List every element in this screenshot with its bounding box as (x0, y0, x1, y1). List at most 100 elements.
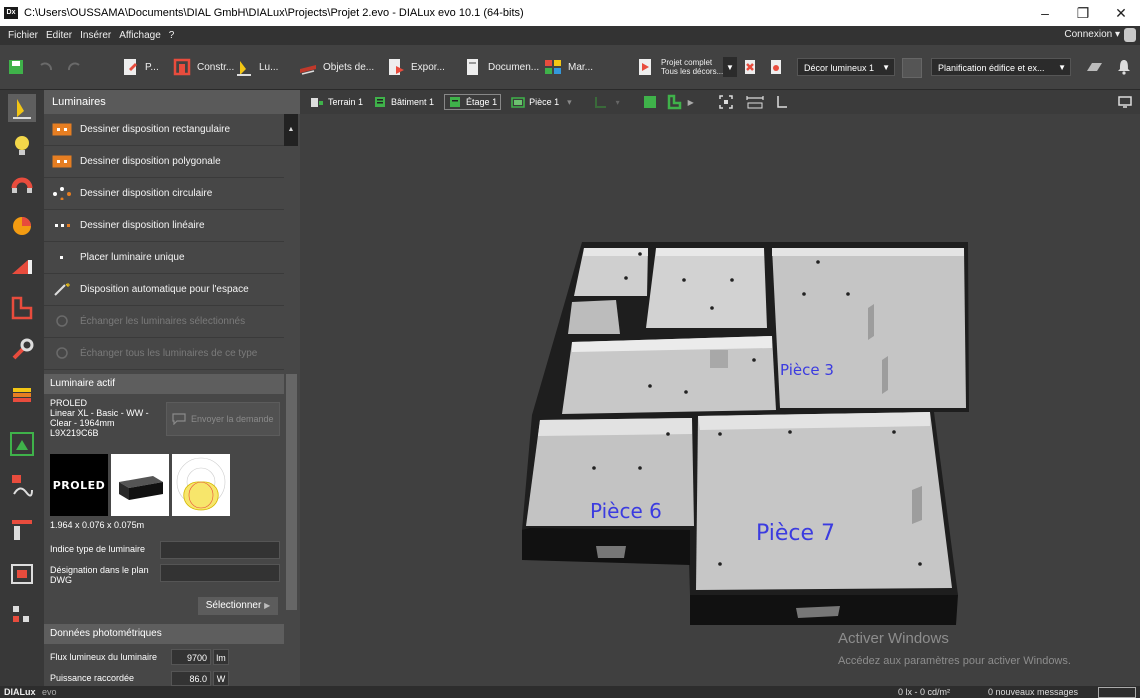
redo-button[interactable] (64, 55, 89, 79)
close-button[interactable]: ✕ (1102, 0, 1140, 26)
user-icon[interactable] (1124, 28, 1136, 42)
power-label: Puissance raccordée (50, 673, 135, 683)
decor-dropdown[interactable]: Décor lumineux 1 ▼ (797, 58, 895, 76)
place-single-luminaire[interactable]: Placer luminaire unique (44, 242, 284, 274)
designation-field[interactable] (160, 564, 280, 582)
tab-documentation[interactable]: Documen... (463, 55, 539, 79)
menu-affichage[interactable]: Affichage (119, 30, 161, 41)
auto-layout-room[interactable]: Disposition automatique pour l'espace (44, 274, 284, 306)
room-top-middle[interactable] (646, 248, 767, 328)
room-label-piece-7: Pièce 7 (756, 521, 835, 546)
solar-button[interactable] (1084, 55, 1109, 79)
photometric-diagram (172, 454, 230, 516)
status-progress-box (1098, 687, 1136, 698)
delete-results-button[interactable] (766, 55, 791, 79)
room-small[interactable] (568, 300, 620, 334)
notification-button[interactable] (1114, 55, 1139, 79)
power-unit: W (213, 671, 229, 686)
luminaire-tool-icon[interactable] (8, 94, 36, 122)
planification-dropdown[interactable]: Planification édifice et ex... ▼ (931, 58, 1071, 76)
breadcrumb-etage[interactable]: Étage 1 (444, 94, 502, 110)
text-tool-icon[interactable] (8, 472, 36, 500)
room-label-piece-6: Pièce 6 (590, 499, 662, 523)
room-fill-icon[interactable] (642, 94, 658, 110)
flux-unit: lm (213, 649, 229, 665)
decor-settings-button[interactable] (902, 58, 922, 78)
status-bar: DIALux evo 0 lx - 0 cd/m² 0 nouveaux mes… (0, 686, 1140, 698)
menu-fichier[interactable]: Fichier (8, 30, 38, 41)
chat-icon (172, 413, 186, 425)
tab-luminaires[interactable]: Lu... (234, 55, 278, 79)
minimize-button[interactable]: – (1026, 0, 1064, 26)
swap-all-luminaires-of-type: Échanger tous les luminaires de ce type (44, 338, 284, 370)
projet-complet-dropdown-arrow[interactable]: ▼ (723, 57, 737, 77)
tab-projet[interactable]: P... (120, 55, 159, 79)
draw-rectangular-layout[interactable]: Dessiner disposition rectangulaire (44, 114, 284, 146)
building-icon (375, 97, 386, 107)
designation-label-dwg: DWG (50, 575, 72, 585)
hierarchy-icon[interactable] (8, 602, 36, 630)
projet-complet-button[interactable]: Projet complet Tous les décors... (636, 55, 723, 79)
undo-button[interactable] (36, 55, 61, 79)
room-outline-tool-icon[interactable] (666, 94, 682, 110)
floor-plan-3d[interactable]: Pièce 3 Pièce 6 Pièce 7 (300, 90, 1140, 686)
emergency-icon[interactable] (8, 430, 36, 458)
tab-objets[interactable]: Objets de... (298, 55, 374, 79)
connexion-menu[interactable]: Connexion ▾ (1064, 29, 1120, 40)
indice-type-field[interactable] (160, 541, 280, 559)
bulb-icon[interactable] (8, 132, 36, 160)
fit-view-icon[interactable] (718, 94, 734, 110)
tab-export[interactable]: Expor... (386, 55, 445, 79)
wrench-icon[interactable] (8, 336, 36, 364)
layers-icon[interactable] (8, 380, 36, 408)
cut-plane-icon[interactable] (8, 516, 36, 544)
stop-calc-button[interactable] (740, 55, 765, 79)
color-icon[interactable] (8, 212, 36, 240)
3d-viewport[interactable]: Pièce 3 Pièce 6 Pièce 7 (300, 90, 1140, 686)
room-tool-disabled-icon[interactable] (594, 95, 608, 109)
tab-construction[interactable]: Constr... (172, 55, 234, 79)
manufacturer-logo: PROLED (50, 454, 108, 516)
draw-circular-layout[interactable]: Dessiner disposition circulaire (44, 178, 284, 210)
viewport-toolbar: Terrain 1 Bâtiment 1 Étage 1 Pièce 1 ▾ ▾… (300, 90, 1140, 114)
select-button[interactable]: Sélectionner ▶ (198, 597, 278, 615)
breadcrumb-terrain[interactable]: Terrain 1 (310, 96, 363, 108)
flux-value[interactable]: 9700 (171, 649, 211, 665)
marketplace-icon (545, 60, 561, 74)
monitor-icon[interactable] (1118, 96, 1132, 108)
frame-icon[interactable] (8, 560, 36, 588)
activation-watermark-text: Accédez aux paramètres pour activer Wind… (838, 655, 1071, 667)
measure-icon[interactable] (746, 94, 764, 110)
left-tool-bar (0, 90, 45, 686)
send-request-button[interactable]: Envoyer la demande (166, 402, 280, 436)
dimension-icon[interactable] (774, 94, 790, 110)
breadcrumb-batiment[interactable]: Bâtiment 1 (373, 96, 434, 108)
power-value[interactable]: 86.0 (171, 671, 211, 686)
messages-count[interactable]: 0 nouveaux messages (988, 686, 1078, 698)
breadcrumb-piece[interactable]: Pièce 1 ▾ (511, 96, 572, 108)
draw-linear-layout[interactable]: Dessiner disposition linéaire (44, 210, 284, 242)
menu-help[interactable]: ? (169, 30, 175, 41)
tab-marketplace[interactable]: Mar... (543, 55, 593, 79)
draw-polygonal-layout[interactable]: Dessiner disposition polygonale (44, 146, 284, 178)
chevron-right-icon[interactable]: ▶ (688, 98, 694, 107)
chevron-down-icon: ▼ (1058, 63, 1066, 72)
panel-scrollbar[interactable] (286, 374, 297, 610)
projet-complet-label: Projet complet (661, 58, 713, 67)
menu-inserer[interactable]: Insérer (80, 30, 111, 41)
luminaire-manufacturer: PROLED (50, 398, 88, 408)
save-button[interactable] (6, 55, 31, 79)
menu-editer[interactable]: Editer (46, 30, 72, 41)
undo-icon (40, 62, 52, 71)
magnet-icon[interactable] (8, 172, 36, 200)
panel-scroll-up[interactable]: ▲ (284, 114, 298, 146)
room-outline-icon[interactable] (8, 294, 36, 322)
magic-wand-icon (54, 283, 70, 296)
luminaires-panel: Luminaires ▲ Dessiner disposition rectan… (44, 90, 300, 686)
daylight-icon[interactable] (8, 252, 36, 280)
solar-panel-icon (1087, 63, 1102, 71)
delete-icon (771, 60, 781, 74)
maximize-button[interactable]: ❐ (1064, 0, 1102, 26)
swap-icon (56, 315, 68, 327)
document-icon (467, 59, 478, 75)
